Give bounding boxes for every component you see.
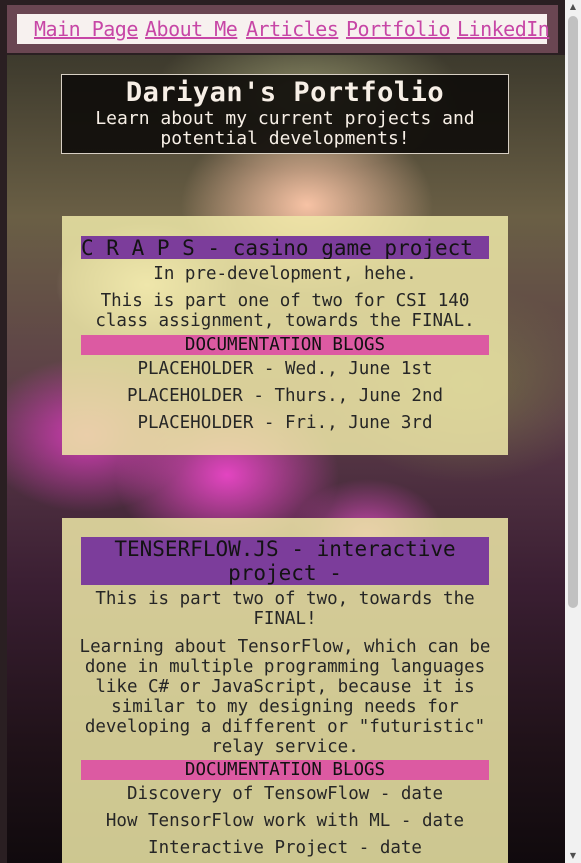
project-description-line: like C# or JavaScript, because it is [95, 677, 475, 697]
blog-link[interactable]: Interactive Project - date [72, 838, 498, 858]
top-navigation: Main Page About Me Articles Portfolio Li… [7, 5, 558, 53]
nav-bar: Main Page About Me Articles Portfolio Li… [16, 13, 550, 45]
project-description-line: FINAL! [253, 609, 317, 629]
project-description-line: developing a different or "futuristic" [84, 717, 486, 737]
documentation-heading: DOCUMENTATION BLOGS [81, 335, 489, 355]
project-title-line: TENSERFLOW.JS - interactive [114, 537, 456, 561]
vertical-scrollbar[interactable]: ▲ ▼ [565, 0, 581, 863]
project-description-line: similar to my designing needs for [111, 697, 459, 717]
project-description-line: This is part two of two, towards the [95, 589, 475, 609]
project-status: In pre-development, hehe. [153, 264, 417, 284]
scroll-down-arrow-icon[interactable]: ▼ [565, 849, 581, 863]
project-description-line: class assignment, towards the FINAL. [95, 311, 475, 331]
project-title: C R A P S - casino game project - [81, 236, 489, 259]
blog-link[interactable]: PLACEHOLDER - Fri., June 3rd [72, 413, 498, 433]
page-header: Dariyan's Portfolio Learn about my curre… [61, 74, 509, 154]
project-card-tensorflow: TENSERFLOW.JS - interactive project - Th… [62, 518, 508, 863]
scroll-up-arrow-icon[interactable]: ▲ [565, 0, 581, 14]
project-description-line: This is part one of two for CSI 140 [100, 291, 470, 311]
page-subtitle: Learn about my current projects and pote… [62, 109, 508, 149]
nav-link-about-me[interactable]: About Me [145, 17, 238, 41]
nav-link-main-page[interactable]: Main Page [34, 17, 138, 41]
blog-link[interactable]: Discovery of TensowFlow - date [72, 784, 498, 804]
subtitle-line: potential developments! [160, 128, 410, 149]
project-description-line: done in multiple programming languages [84, 657, 486, 677]
project-title: TENSERFLOW.JS - interactive project - [81, 537, 489, 585]
project-title-line: project - [228, 561, 342, 585]
page-title: Dariyan's Portfolio [125, 77, 445, 108]
nav-link-portfolio[interactable]: Portfolio [346, 17, 450, 41]
subtitle-line: Learn about my current projects and [95, 108, 475, 129]
scrollbar-thumb[interactable] [568, 16, 578, 608]
project-description-line: relay service. [211, 737, 359, 757]
documentation-heading: DOCUMENTATION BLOGS [81, 760, 489, 780]
nav-link-linkedin[interactable]: LinkedIn [457, 17, 550, 41]
nav-link-articles[interactable]: Articles [246, 17, 339, 41]
project-card-craps: C R A P S - casino game project - In pre… [62, 216, 508, 455]
blog-link[interactable]: How TensorFlow work with ML - date [72, 811, 498, 831]
blog-link[interactable]: PLACEHOLDER - Wed., June 1st [72, 359, 498, 379]
project-description-line: Learning about TensorFlow, which can be [79, 637, 491, 657]
blog-link[interactable]: PLACEHOLDER - Thurs., June 2nd [72, 386, 498, 406]
